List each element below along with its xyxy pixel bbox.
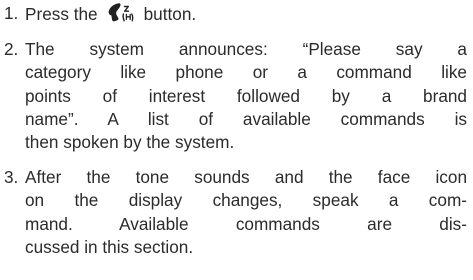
step-2: 2. The system announces: “Please say a c… [4,38,467,154]
step-1: 1. Press the button. [4,2,467,26]
step-text-line: category like phone or a command like [25,62,467,83]
talk-voice-icon [106,2,136,24]
step-3: 3. After the tone sounds and the face ic… [4,166,467,259]
step-text-line: The system announces: “Please say a [25,39,467,60]
step-text: After the tone sounds and the face icon … [25,166,467,259]
step-number: 1. [4,3,19,23]
step-number: 3. [4,167,19,188]
step-text-line: on the display changes, speak a com- [25,190,467,211]
step-text-line: points of interest followed by a brand [25,85,467,106]
step-text-before-icon: Press the [25,4,98,24]
step-text-line: then spoken by the system. [25,132,235,153]
step-text: The system announces: “Please say a cate… [25,38,467,154]
instructions-page: 1. Press the button. 2. The system annou… [0,0,473,280]
step-number: 2. [4,39,19,60]
step-text-line: After the tone sounds and the face icon [25,167,467,188]
step-text-line: name”. A list of available commands is [25,108,467,129]
step-text-line: cussed in this section. [25,236,194,257]
step-text: Press the button. [25,2,467,26]
step-text-line: mand. Available commands are dis- [25,213,467,234]
step-text-after-icon: button. [143,4,197,24]
